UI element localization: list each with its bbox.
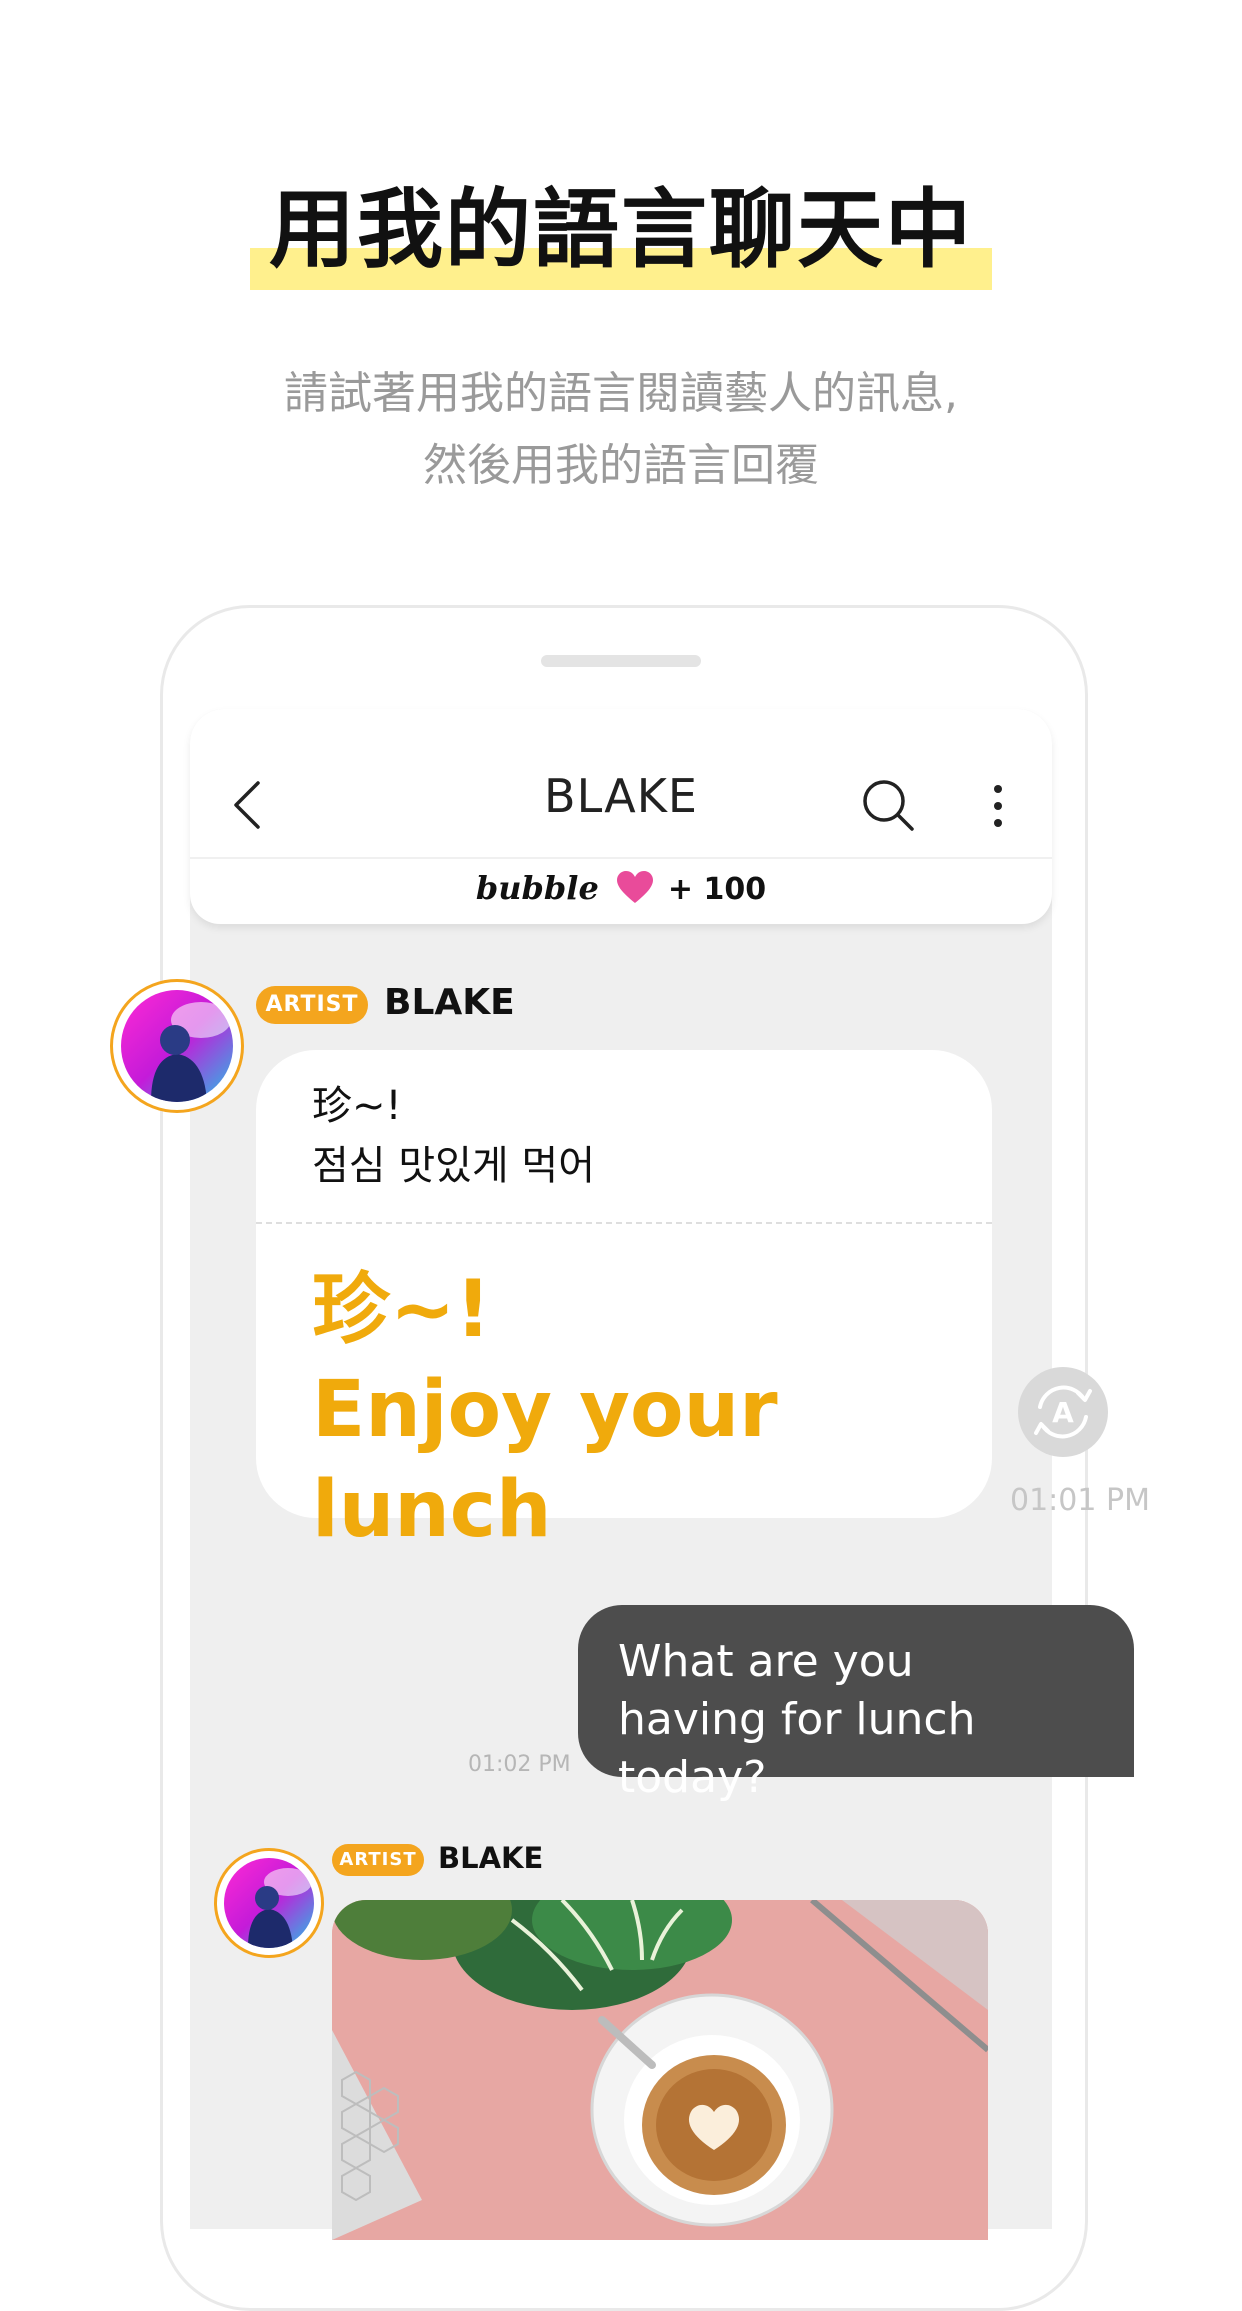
reply-time: 01:02 PM — [468, 1752, 571, 1777]
translate-icon[interactable]: A — [1018, 1367, 1108, 1457]
phone-speaker — [541, 655, 701, 667]
bubble-points: + 100 — [667, 872, 767, 907]
translated-line-2: Enjoy your lunch — [312, 1365, 778, 1555]
reply-line-2: having for lunch today? — [618, 1694, 976, 1803]
avatar[interactable] — [214, 1848, 324, 1958]
translation-divider — [256, 1222, 992, 1224]
bubble-points-row: bubble + 100 — [190, 869, 1052, 913]
artist-message-card[interactable]: 珍~! 점심 맛있게 먹어 珍~! Enjoy your lunch — [256, 1050, 992, 1555]
reply-text: What are you having for lunch today? — [618, 1633, 1134, 1807]
reply-line-1: What are you — [618, 1636, 914, 1687]
subtitle-line-2: 然後用我的語言回覆 — [423, 440, 819, 491]
headline-block: 用我的語言聊天中 — [0, 170, 1242, 300]
heart-icon — [616, 870, 654, 912]
chat-header: BLAKE bubble + 100 — [190, 709, 1052, 924]
original-line-2: 점심 맛있게 먹어 — [312, 1143, 596, 1189]
reply-bubble[interactable]: What are you having for lunch today? — [578, 1605, 1134, 1803]
photo-message[interactable] — [332, 1900, 988, 2240]
original-message: 珍~! 점심 맛있게 먹어 — [312, 1076, 595, 1196]
headline: 用我的語言聊天中 — [269, 180, 973, 280]
svg-text:A: A — [1052, 1396, 1074, 1429]
header-divider — [190, 857, 1052, 859]
subtitle-line-1: 請試著用我的語言閱讀藝人的訊息, — [284, 368, 958, 419]
more-vertical-icon[interactable] — [990, 781, 1006, 831]
avatar[interactable] — [110, 979, 244, 1113]
artist-badge: ARTIST — [256, 986, 368, 1024]
chat-title: BLAKE — [544, 769, 698, 823]
avatar-image — [121, 990, 233, 1102]
translated-line-1: 珍~! — [312, 1265, 491, 1355]
avatar-image — [224, 1858, 314, 1948]
sender-name[interactable]: BLAKE — [384, 982, 515, 1023]
bubble-logo: bubble — [475, 869, 599, 907]
message-time: 01:01 PM — [1010, 1483, 1150, 1518]
original-line-1: 珍~! — [312, 1083, 402, 1129]
search-icon[interactable] — [860, 777, 916, 833]
artist-badge: ARTIST — [332, 1844, 424, 1876]
translated-message: 珍~! Enjoy your lunch — [312, 1260, 992, 1560]
sender-name[interactable]: BLAKE — [438, 1841, 543, 1875]
